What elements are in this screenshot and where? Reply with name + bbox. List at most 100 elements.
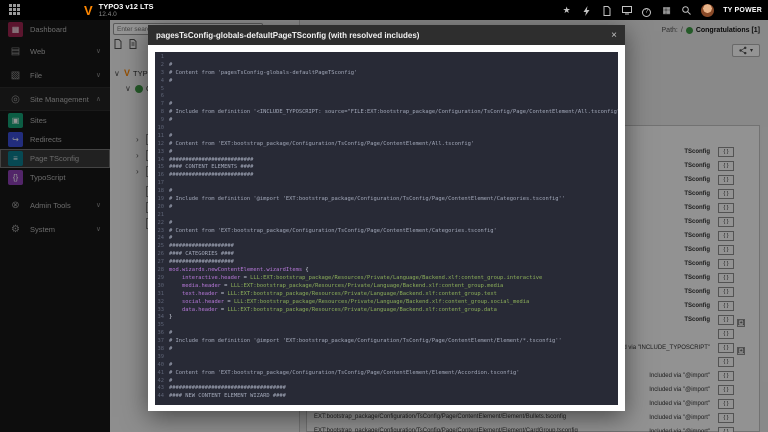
brand[interactable]: V TYPO3 v12 LTS 12.4.0 (84, 3, 154, 18)
code-line: 7# (155, 101, 618, 109)
line-number: 5 (155, 86, 169, 94)
code-line: 3# Content from 'pagesTsConfig-globals-d… (155, 70, 618, 78)
tsconfig-code-viewer[interactable]: 12#3# Content from 'pagesTsConfig-global… (155, 52, 618, 405)
code-line: 1 (155, 54, 618, 62)
line-number: 16 (155, 172, 169, 180)
line-number: 32 (155, 299, 169, 307)
close-icon[interactable]: × (603, 30, 625, 41)
code-line: 23# Content from 'EXT:bootstrap_package/… (155, 228, 618, 236)
code-line: 32 social.header = LLL:EXT:bootstrap_pac… (155, 299, 618, 307)
modules-menu-icon[interactable] (9, 4, 22, 17)
line-number: 23 (155, 228, 169, 236)
line-number: 31 (155, 291, 169, 299)
code-line: 15#### CONTENT ELEMENTS #### (155, 164, 618, 172)
code-line: 43#################################### (155, 385, 618, 393)
line-number: 27 (155, 259, 169, 267)
line-number: 37 (155, 338, 169, 346)
code-line: 18# (155, 188, 618, 196)
line-number: 44 (155, 393, 169, 401)
line-number: 30 (155, 283, 169, 291)
line-number: 38 (155, 346, 169, 354)
code-line: 40# (155, 362, 618, 370)
line-number: 22 (155, 220, 169, 228)
line-number: 35 (155, 322, 169, 330)
code-line: 30 media.header = LLL:EXT:bootstrap_pack… (155, 283, 618, 291)
code-line: 26#### CATEGORIES #### (155, 251, 618, 259)
systeminfo-grid-icon[interactable]: ▦ (661, 0, 672, 20)
line-number: 11 (155, 133, 169, 141)
typo3-backend: V TYPO3 v12 LTS 12.4.0 ★ ? ▦ TY POWER (0, 0, 768, 432)
line-number: 40 (155, 362, 169, 370)
code-line: 13# (155, 149, 618, 157)
code-line: 12# Content from 'EXT:bootstrap_package/… (155, 141, 618, 149)
line-number: 34 (155, 314, 169, 322)
modal-title: pagesTsConfig-globals-defaultPageTSconfi… (148, 31, 419, 40)
username[interactable]: TY POWER (723, 7, 762, 14)
code-line: 16########################## (155, 172, 618, 180)
search-icon[interactable] (681, 0, 692, 20)
line-number: 3 (155, 70, 169, 78)
document-icon[interactable] (601, 0, 612, 20)
code-line: 34} (155, 314, 618, 322)
code-line: 14########################## (155, 157, 618, 165)
brand-version: 12.4.0 (99, 11, 154, 18)
code-line: 6 (155, 93, 618, 101)
code-line: 17 (155, 180, 618, 188)
code-line: 9# (155, 117, 618, 125)
line-number: 33 (155, 307, 169, 315)
line-number: 9 (155, 117, 169, 125)
line-number: 42 (155, 378, 169, 386)
modal-header: pagesTsConfig-globals-defaultPageTSconfi… (148, 25, 625, 45)
code-line: 24# (155, 235, 618, 243)
code-line: 38# (155, 346, 618, 354)
code-line: 25#################### (155, 243, 618, 251)
code-line: 35 (155, 322, 618, 330)
line-number: 8 (155, 109, 169, 117)
code-line: 8# Include from definition '<INCLUDE_TYP… (155, 109, 618, 117)
code-line: 21 (155, 212, 618, 220)
line-number: 7 (155, 101, 169, 109)
code-line: 22# (155, 220, 618, 228)
line-number: 17 (155, 180, 169, 188)
code-line: 27#################### (155, 259, 618, 267)
line-number: 18 (155, 188, 169, 196)
line-number: 25 (155, 243, 169, 251)
line-number: 4 (155, 78, 169, 86)
code-line: 11# (155, 133, 618, 141)
line-number: 29 (155, 275, 169, 283)
topbar: V TYPO3 v12 LTS 12.4.0 ★ ? ▦ TY POWER (0, 0, 768, 20)
code-line: 20# (155, 204, 618, 212)
code-line: 44#### NEW CONTENT ELEMENT WIZARD #### (155, 393, 618, 401)
line-number: 26 (155, 251, 169, 259)
help-icon[interactable]: ? (641, 0, 652, 20)
line-number: 43 (155, 385, 169, 393)
line-number: 36 (155, 330, 169, 338)
code-line: 29 interactive.header = LLL:EXT:bootstra… (155, 275, 618, 283)
user-avatar[interactable] (701, 4, 714, 17)
line-number: 10 (155, 125, 169, 133)
line-number: 15 (155, 164, 169, 172)
code-line: 4# (155, 78, 618, 86)
brand-title: TYPO3 v12 LTS (99, 3, 154, 11)
code-line: 10 (155, 125, 618, 133)
code-line: 19# Include from definition '@import 'EX… (155, 196, 618, 204)
line-number: 12 (155, 141, 169, 149)
line-number: 24 (155, 235, 169, 243)
monitor-icon[interactable] (621, 0, 632, 20)
line-number: 2 (155, 62, 169, 70)
code-line: 28mod.wizards.newContentElement.wizardIt… (155, 267, 618, 275)
code-line: 39 (155, 354, 618, 362)
code-line: 42# (155, 378, 618, 386)
line-number: 28 (155, 267, 169, 275)
topbar-tools: ★ ? ▦ TY POWER (561, 0, 762, 20)
line-number: 39 (155, 354, 169, 362)
line-number: 19 (155, 196, 169, 204)
bookmark-star-icon[interactable]: ★ (561, 0, 572, 20)
line-number: 41 (155, 370, 169, 378)
code-line: 31 text.header = LLL:EXT:bootstrap_packa… (155, 291, 618, 299)
line-number: 1 (155, 54, 169, 62)
code-line: 5 (155, 86, 618, 94)
flush-cache-bolt-icon[interactable] (581, 0, 592, 20)
tsconfig-modal: pagesTsConfig-globals-defaultPageTSconfi… (148, 25, 625, 411)
line-number: 21 (155, 212, 169, 220)
